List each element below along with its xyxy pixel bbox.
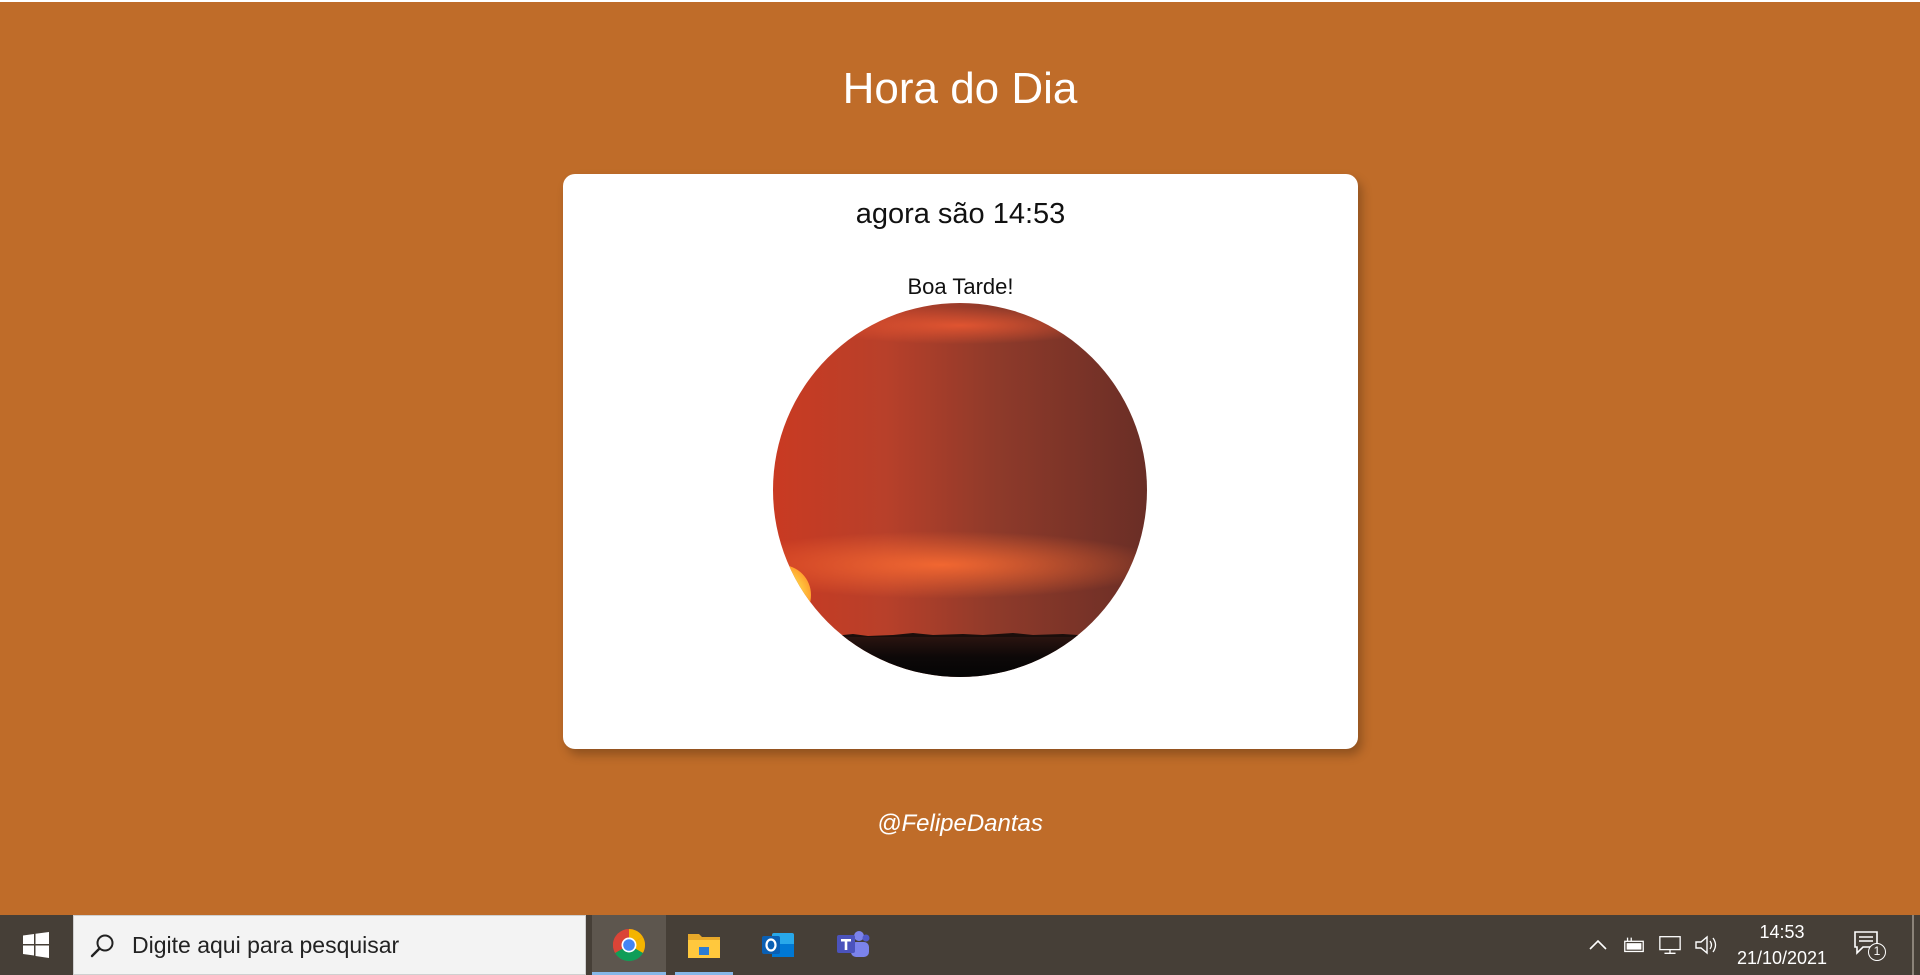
taskbar-search-box[interactable] <box>73 915 586 975</box>
page-title: Hora do Dia <box>842 64 1078 113</box>
current-time-message: agora são 14:53 <box>855 198 1066 230</box>
taskbar-app-teams[interactable] <box>816 915 890 975</box>
sunset-image <box>773 303 1147 677</box>
volume-button[interactable] <box>1694 933 1718 957</box>
teams-icon <box>837 931 870 957</box>
taskbar-clock[interactable]: 14:53 21/10/2021 <box>1722 919 1842 971</box>
chevron-up-icon <box>1589 939 1607 950</box>
clock-date: 21/10/2021 <box>1736 948 1828 968</box>
outlook-icon <box>762 933 794 957</box>
time-card: agora são 14:53 Boa Tarde! <box>563 174 1358 749</box>
search-input[interactable] <box>132 916 572 974</box>
action-center-button[interactable]: 1 <box>1852 929 1886 963</box>
folder-icon <box>688 934 720 958</box>
show-desktop-button[interactable] <box>1912 915 1914 975</box>
show-hidden-icons-button[interactable] <box>1586 933 1610 957</box>
battery-status-button[interactable] <box>1622 933 1646 957</box>
page-background: Hora do Dia agora são 14:53 Boa Tarde! @… <box>0 2 1920 915</box>
windows-taskbar: 14:53 21/10/2021 1 <box>0 915 1920 975</box>
horizon-ground <box>773 637 1147 677</box>
start-button[interactable] <box>0 915 72 975</box>
taskbar-app-chrome[interactable] <box>592 915 666 975</box>
search-icon <box>90 934 114 958</box>
greeting-text: Boa Tarde! <box>907 274 1014 299</box>
windows-logo-icon <box>23 932 49 958</box>
author-handle: @FelipeDantas <box>877 810 1043 837</box>
volume-icon <box>1695 935 1717 955</box>
chrome-icon <box>612 928 646 962</box>
network-status-button[interactable] <box>1658 933 1682 957</box>
notification-count-badge: 1 <box>1868 943 1886 961</box>
battery-icon <box>1624 937 1644 953</box>
clock-time: 14:53 <box>1759 922 1805 942</box>
taskbar-app-outlook[interactable] <box>741 915 815 975</box>
network-icon <box>1659 936 1681 954</box>
taskbar-app-file-explorer[interactable] <box>667 915 741 975</box>
sun-glow <box>773 565 811 625</box>
